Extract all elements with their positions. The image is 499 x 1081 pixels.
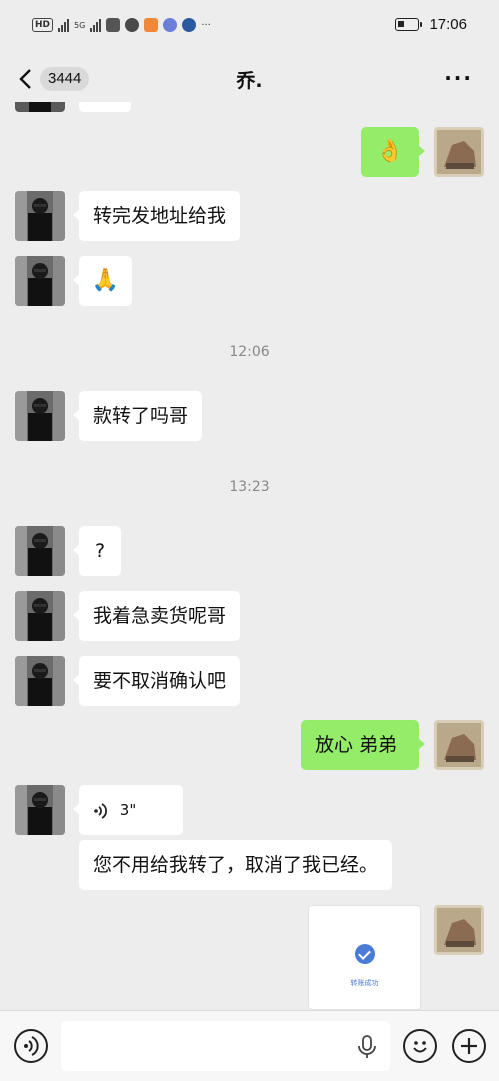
signal-icon bbox=[58, 18, 70, 32]
sent-message-bubble[interactable]: 放心 弟弟 bbox=[301, 720, 425, 770]
voice-toggle-icon bbox=[24, 1036, 39, 1056]
contact-avatar[interactable] bbox=[15, 191, 65, 241]
music-app-icon bbox=[163, 18, 178, 32]
message-input[interactable] bbox=[61, 1021, 390, 1071]
received-message-bubble[interactable]: 我着急卖货呢哥 bbox=[72, 591, 241, 641]
contact-avatar[interactable] bbox=[15, 591, 65, 641]
voice-toggle-button[interactable] bbox=[14, 1029, 48, 1063]
folded-hands-emoji: 🙏 bbox=[91, 268, 120, 293]
signal-icon-2 bbox=[90, 18, 102, 32]
chat-title: 乔. bbox=[236, 70, 263, 92]
received-message-bubble[interactable]: 转完发地址给我 bbox=[72, 191, 241, 241]
message-list[interactable]: 👌 转完发地址给我 🙏 12:06 款转了吗哥 13:23 ? 我着急卖货呢哥 … bbox=[0, 102, 499, 1010]
voice-wave-icon bbox=[94, 802, 108, 819]
browser-app-icon bbox=[182, 18, 197, 32]
microphone-icon[interactable] bbox=[356, 1035, 378, 1059]
hd-indicator: HD bbox=[32, 18, 54, 32]
more-notifications-icon: ··· bbox=[201, 19, 211, 31]
battery-icon bbox=[395, 18, 423, 31]
voice-message-bubble[interactable]: 3" bbox=[73, 785, 183, 835]
video-app-icon bbox=[144, 18, 159, 32]
plus-icon bbox=[461, 1038, 477, 1054]
received-message-bubble[interactable]: 🙏 bbox=[73, 256, 132, 306]
contact-avatar[interactable] bbox=[15, 526, 65, 576]
input-bar bbox=[0, 1010, 499, 1081]
emoji-icon bbox=[413, 1041, 427, 1053]
contact-avatar[interactable] bbox=[15, 656, 65, 706]
voice-duration: 3" bbox=[119, 801, 137, 819]
more-options-icon[interactable]: ··· bbox=[444, 66, 473, 90]
received-message-bubble[interactable]: ? bbox=[73, 526, 121, 576]
timestamp: 12:06 bbox=[229, 344, 270, 360]
network-type: 5G bbox=[74, 20, 86, 30]
contact-avatar[interactable] bbox=[15, 102, 65, 112]
clock: 17:06 bbox=[429, 16, 467, 33]
status-bar: HD 5G ··· 17:06 bbox=[0, 0, 499, 56]
screenshot-status-bar bbox=[309, 906, 420, 912]
app-notification-icon bbox=[106, 18, 121, 32]
status-right: 17:06 bbox=[395, 16, 467, 33]
received-message-bubble[interactable]: 款转了吗哥 bbox=[72, 391, 203, 441]
my-avatar[interactable] bbox=[434, 127, 484, 177]
transfer-screenshot-image[interactable]: 转账成功 bbox=[308, 905, 421, 1010]
wechat-icon bbox=[125, 18, 140, 32]
my-avatar[interactable] bbox=[434, 720, 484, 770]
transfer-status: 转账成功 bbox=[350, 979, 379, 987]
contact-avatar[interactable] bbox=[15, 391, 65, 441]
my-avatar[interactable] bbox=[434, 905, 484, 955]
status-left: HD 5G ··· bbox=[32, 18, 211, 32]
contact-avatar[interactable] bbox=[15, 785, 65, 835]
contact-avatar[interactable] bbox=[15, 256, 65, 306]
checkmark-icon bbox=[355, 944, 375, 964]
received-message-bubble[interactable]: 您不用给我转了，取消了我已经。 bbox=[79, 840, 393, 890]
chat-header: 3444 乔. ··· bbox=[0, 56, 499, 102]
ok-hand-emoji: 👌 bbox=[376, 139, 404, 164]
emoji-button[interactable] bbox=[403, 1029, 437, 1063]
plus-button[interactable] bbox=[452, 1029, 486, 1063]
received-message-bubble[interactable]: 要不取消确认吧 bbox=[72, 656, 241, 706]
timestamp: 13:23 bbox=[229, 479, 270, 495]
sent-message-bubble[interactable]: 👌 bbox=[361, 127, 425, 177]
message-bubble-partial[interactable] bbox=[79, 102, 131, 112]
